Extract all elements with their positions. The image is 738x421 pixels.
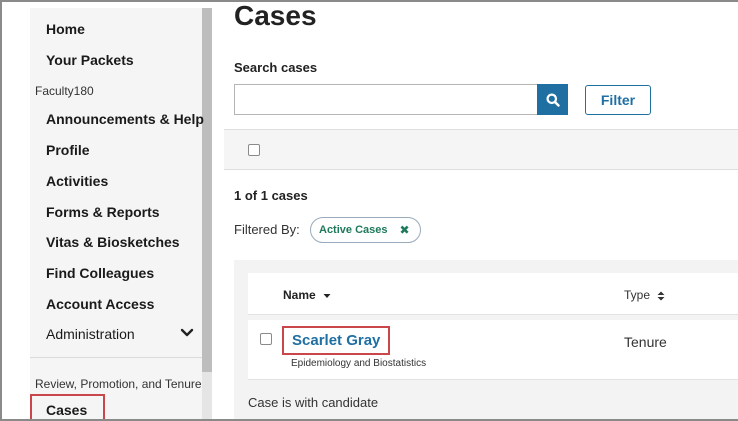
filter-chip-label: Active Cases [319,224,388,236]
sidebar-scrollbar-thumb[interactable] [202,8,212,372]
case-department: Epidemiology and Biostatistics [291,358,427,369]
column-header-type-label: Type [624,288,651,302]
page-title: Cases [234,0,317,31]
filtered-by-label: Filtered By: [234,222,300,237]
filter-button[interactable]: Filter [585,85,651,115]
case-status: Case is with candidate [248,395,379,410]
case-name-link[interactable]: Scarlet Gray [292,332,380,349]
search-button[interactable] [537,84,568,115]
select-all-checkbox[interactable] [248,144,260,156]
sidebar-scrollbar-track[interactable] [202,372,212,419]
sort-desc-icon [323,293,331,298]
sidebar-item-account-access[interactable]: Account Access [46,296,154,312]
case-type: Tenure [624,334,667,350]
sidebar-item-find-colleagues[interactable]: Find Colleagues [46,265,154,281]
sidebar-section-rpt: Review, Promotion, and Tenure [35,377,202,391]
sidebar-item-home[interactable]: Home [46,21,85,37]
sidebar-item-profile[interactable]: Profile [46,142,90,158]
app-frame: Home Your Packets Faculty180 Announcemen… [0,0,738,421]
sort-icon [657,291,665,301]
search-label: Search cases [234,60,318,75]
column-header-name-label: Name [283,288,316,302]
sidebar-item-administration[interactable]: Administration [46,326,135,342]
results-count: 1 of 1 cases [234,188,308,203]
sidebar-divider [30,357,202,358]
sidebar-item-vitas[interactable]: Vitas & Biosketches [46,234,180,250]
sidebar-item-cases[interactable]: Cases [46,402,87,418]
sidebar-item-announcements[interactable]: Announcements & Help [46,111,204,127]
bulk-actions-row [224,129,738,170]
sidebar-section-faculty180: Faculty180 [35,84,94,98]
column-header-name[interactable]: Name [283,288,331,302]
search-icon [546,93,560,107]
sidebar-item-activities[interactable]: Activities [46,173,108,189]
sidebar-item-forms-reports[interactable]: Forms & Reports [46,204,160,220]
sidebar-item-your-packets[interactable]: Your Packets [46,52,134,68]
search-input[interactable] [234,84,537,115]
column-header-type[interactable]: Type [624,288,665,302]
row-checkbox[interactable] [260,333,272,345]
filter-chip-active-cases[interactable]: Active Cases ✖ [310,217,421,243]
chevron-down-icon[interactable] [180,327,194,339]
close-icon[interactable]: ✖ [400,223,410,237]
